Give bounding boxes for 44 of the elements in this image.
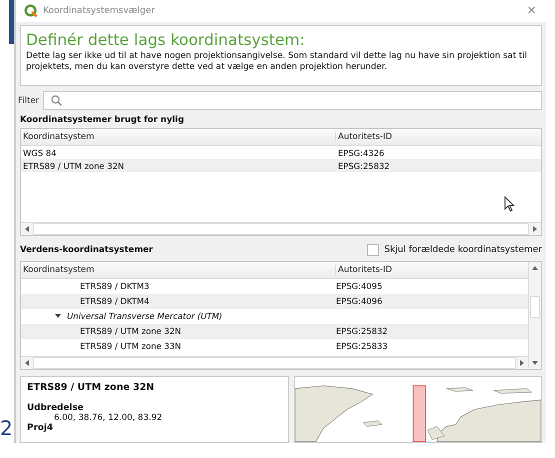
column-header[interactable]: Koordinatsystem: [21, 132, 335, 142]
window-title: Koordinatsystemsvælger: [43, 6, 156, 16]
tree-item[interactable]: ETRS89 / UTM zone 33N: [21, 341, 333, 352]
details-title: ETRS89 / UTM zone 32N: [27, 382, 156, 394]
horizontal-scrollbar[interactable]: [21, 356, 528, 370]
scroll-right-icon[interactable]: [518, 359, 526, 368]
vertical-scrollbar[interactable]: [528, 262, 541, 370]
app-logo-icon: [24, 4, 38, 18]
horizontal-scrollbar[interactable]: [21, 222, 541, 235]
scroll-left-icon[interactable]: [23, 224, 31, 233]
mouse-cursor-icon: [504, 196, 515, 212]
table-cell-text: EPSG:25832: [335, 326, 389, 336]
scroll-right-icon[interactable]: [531, 224, 539, 233]
close-button[interactable]: ×: [523, 3, 540, 18]
tree-item[interactable]: ETRS89 / DKTM3: [21, 281, 333, 292]
section-title: Koordinatsystemer brugt for nylig: [20, 115, 186, 126]
column-header[interactable]: Autoritets-ID: [335, 132, 541, 142]
checkbox-label: Skjul forældede koordinatsystemer: [384, 244, 542, 255]
background-text: 2: [0, 418, 13, 438]
checkbox[interactable]: [367, 244, 380, 256]
message-text: Dette lag ser ikke ud til at have nogen projektionsangivelse. Som standard vil dette lag nu have sin projektion sat til projektets, men du kan overstyre dette ved at vælge en anden projektion herunder.: [26, 50, 528, 74]
tree-item[interactable]: ETRS89 / DKTM4: [21, 296, 333, 306]
details-label: Proj4: [27, 423, 54, 434]
tree-group[interactable]: Universal Transverse Mercator (UTM): [21, 311, 333, 322]
expand-arrow-icon[interactable]: [54, 312, 62, 320]
table-cell-text: EPSG:25833: [335, 341, 389, 352]
scroll-down-icon[interactable]: [531, 359, 539, 368]
section-title: Verdens-koordinatsystemer: [20, 244, 154, 255]
details-value: 6.00, 38.76, 12.00, 83.92: [53, 413, 164, 424]
search-icon: [51, 95, 62, 106]
table-cell-text: EPSG:4095: [335, 281, 384, 292]
scroll-left-icon[interactable]: [23, 359, 31, 368]
scroll-up-icon[interactable]: [531, 264, 539, 272]
table-cell-text: EPSG:4096: [335, 296, 384, 306]
table-row[interactable]: ETRS89 / UTM zone 32N EPSG:25832: [21, 159, 541, 172]
table-row[interactable]: WGS 84 EPSG:4326: [21, 146, 541, 160]
details-label: Udbredelse: [27, 403, 85, 414]
filter-label: Filter: [18, 96, 40, 106]
tree-item[interactable]: ETRS89 / UTM zone 32N: [21, 326, 333, 336]
scrollbar-thumb[interactable]: [530, 296, 540, 318]
column-header[interactable]: Koordinatsystem: [21, 264, 335, 275]
group-label: Universal Transverse Mercator (UTM): [67, 311, 222, 322]
filter-field[interactable]: [43, 91, 542, 110]
message-heading: Definér dette lags koordinatsystem:: [26, 30, 306, 49]
